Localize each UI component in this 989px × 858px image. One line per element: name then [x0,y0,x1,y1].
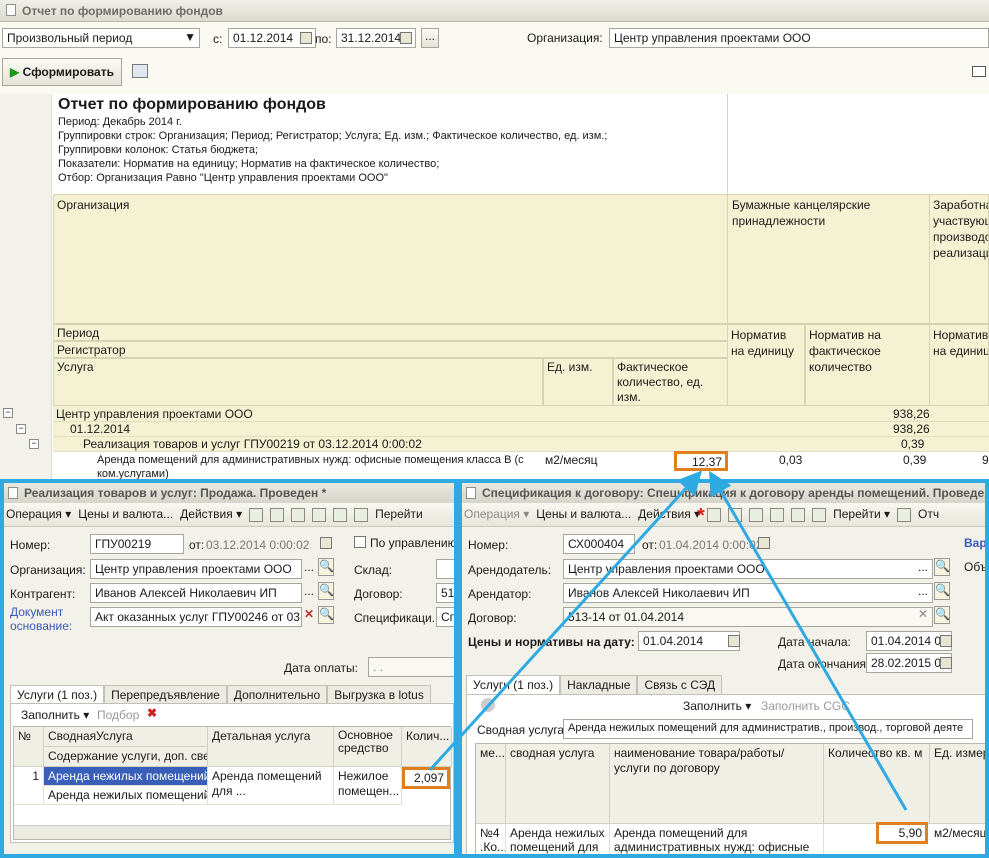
annotation-overlay: * [428,470,908,811]
asterisk-icon: * [697,505,705,527]
arrow-left-to-report [428,470,703,772]
arrow-right-to-report [708,470,908,811]
